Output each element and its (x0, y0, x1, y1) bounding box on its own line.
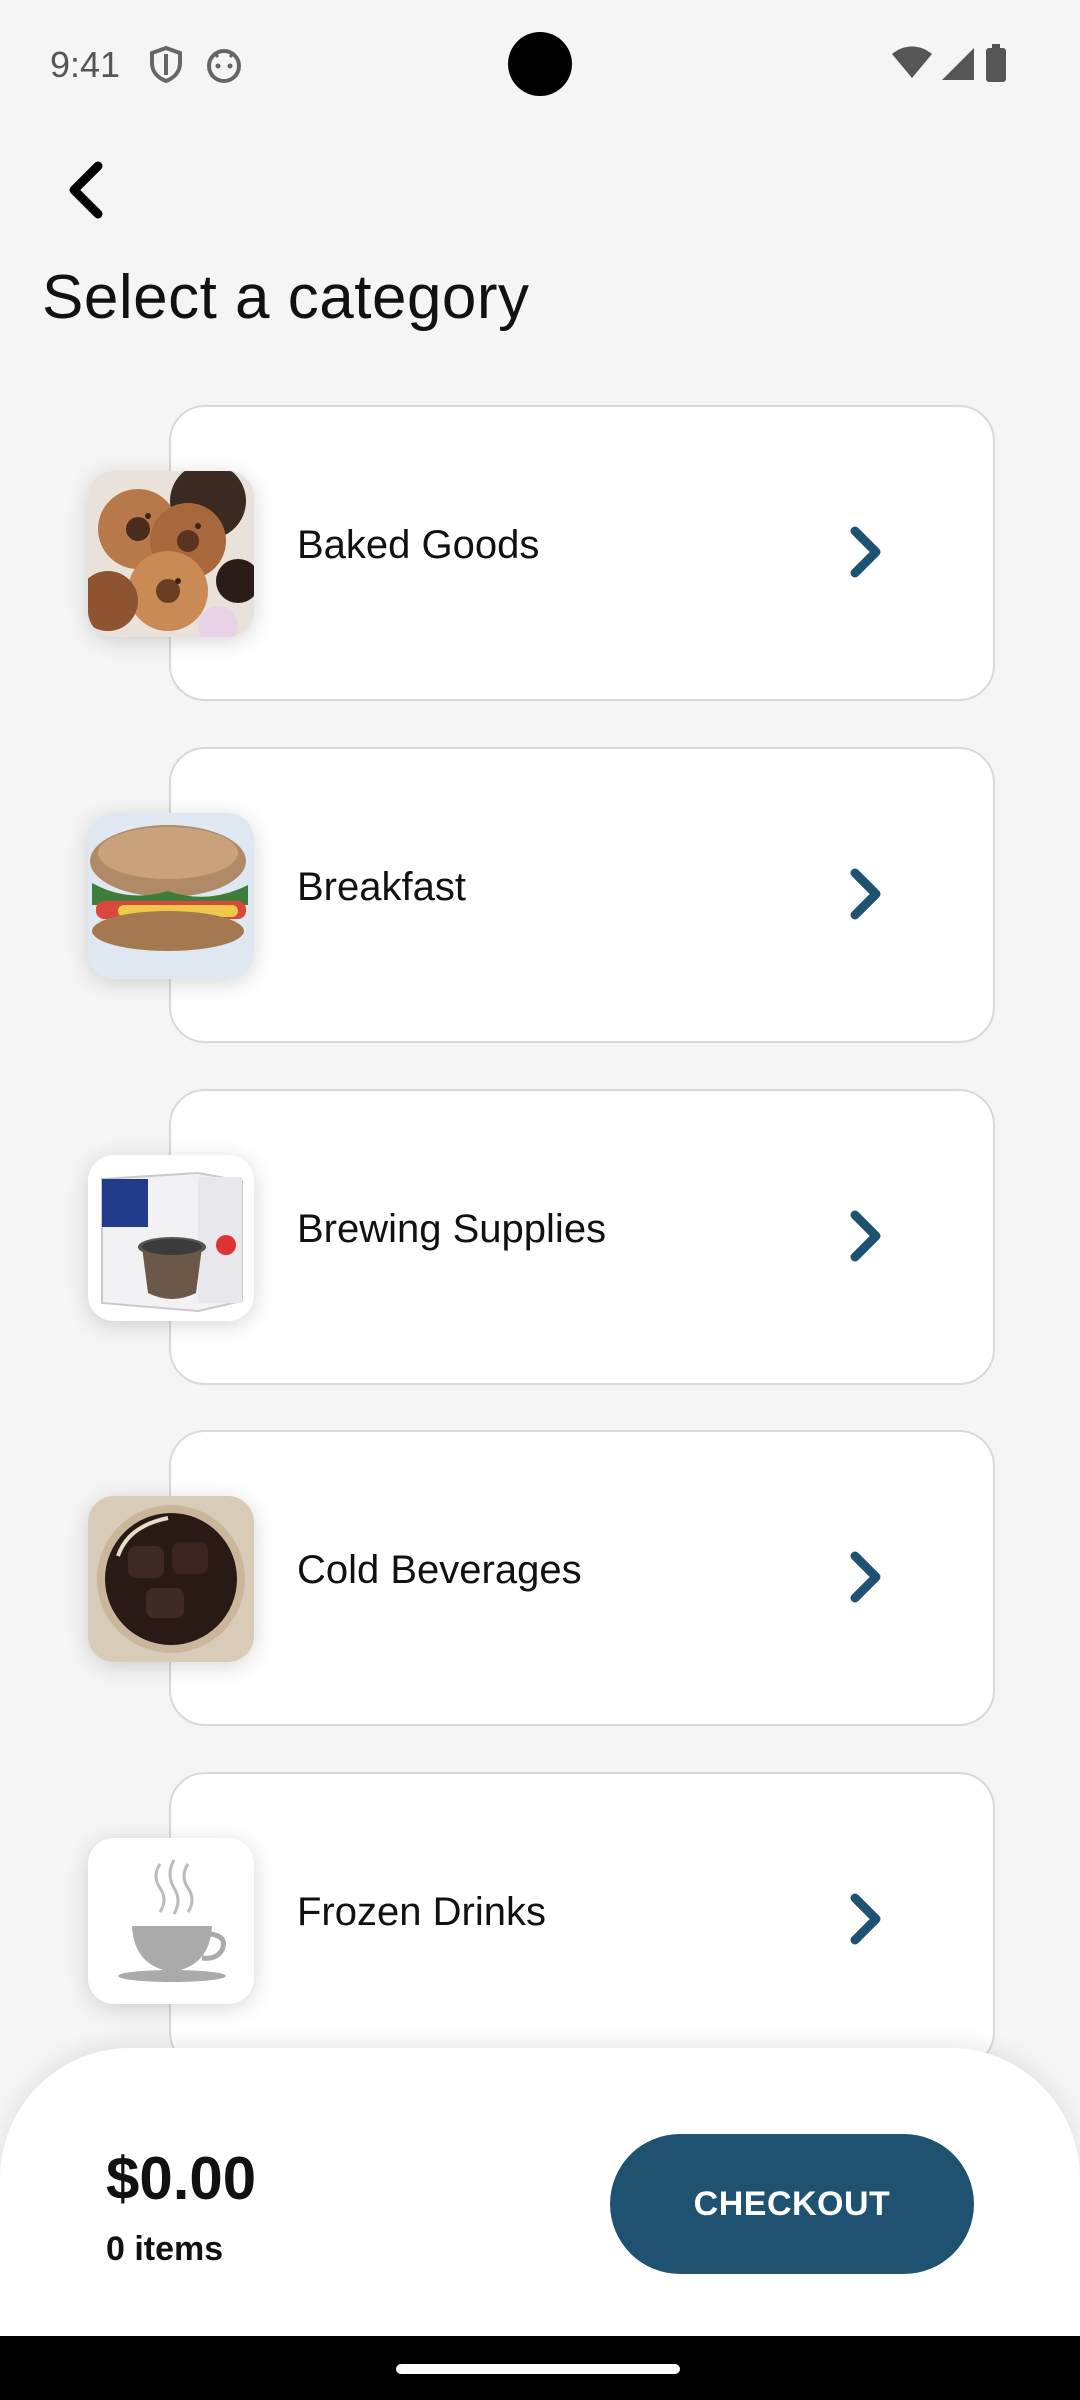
chevron-right-icon (850, 1551, 881, 1603)
category-thumbnail-donuts (88, 471, 254, 637)
cart-summary-sheet: $0.00 0 items CHECKOUT (0, 2048, 1080, 2338)
category-thumbnail-brewing-basket-box (88, 1155, 254, 1321)
chevron-right-icon (850, 1893, 881, 1945)
category-thumbnail-breakfast-sandwich (88, 813, 254, 979)
home-indicator[interactable] (396, 2364, 680, 2374)
category-item-baked-goods[interactable]: Baked Goods (0, 405, 1080, 705)
category-label: Brewing Supplies (297, 1207, 607, 1251)
category-item-brewing-supplies[interactable]: Brewing Supplies (0, 1089, 1080, 1389)
chevron-right-icon (850, 1210, 881, 1262)
category-thumbnail-iced-coffee (88, 1496, 254, 1662)
chevron-right-icon (850, 526, 881, 578)
category-item-frozen-drinks[interactable]: Frozen Drinks (0, 1772, 1080, 2072)
cart-item-count: 0 items (106, 2230, 224, 2268)
category-label: Frozen Drinks (297, 1890, 546, 1934)
cart-total: $0.00 (106, 2145, 257, 2212)
system-nav-bar (0, 2336, 1080, 2400)
category-thumbnail-coffee-cup-placeholder (88, 1838, 254, 2004)
category-label: Cold Beverages (297, 1548, 582, 1592)
category-label: Breakfast (297, 865, 466, 909)
category-item-breakfast[interactable]: Breakfast (0, 747, 1080, 1047)
chevron-right-icon (850, 868, 881, 920)
category-list: Baked Goods Breakfast Brewing Supplies C… (0, 0, 1080, 2100)
checkout-button[interactable]: CHECKOUT (610, 2134, 974, 2274)
category-item-cold-beverages[interactable]: Cold Beverages (0, 1430, 1080, 1730)
coffee-cup-icon (88, 1838, 254, 2004)
category-label: Baked Goods (297, 523, 540, 567)
